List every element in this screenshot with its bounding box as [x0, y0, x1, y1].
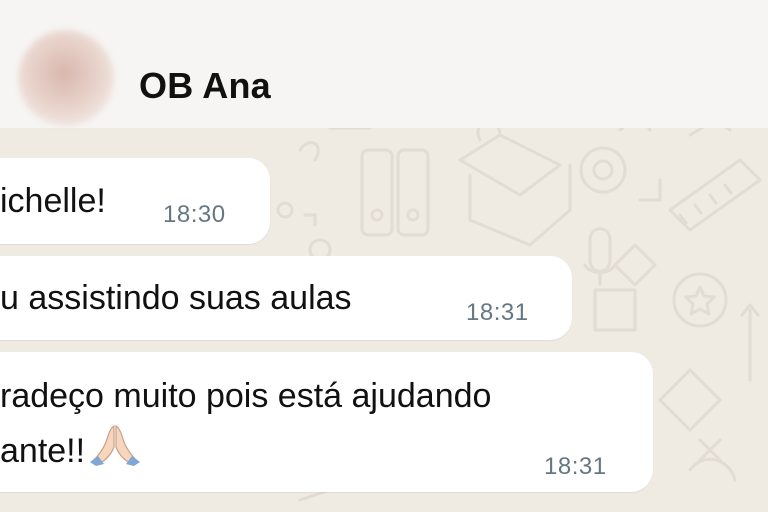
- message-text-line: ante!!: [0, 422, 143, 479]
- folded-hands-icon: [90, 425, 141, 466]
- message-text: u assistindo suas aulas: [0, 279, 352, 317]
- message-bubble[interactable]: radeço muito pois está ajudando ante!! 1…: [0, 352, 653, 492]
- message-text-line: radeço muito pois está ajudando: [0, 377, 492, 415]
- message-bubble[interactable]: ichelle! 18:30: [0, 158, 270, 244]
- message-timestamp: 18:31: [466, 299, 529, 326]
- message-text: ichelle!: [0, 182, 106, 220]
- message-timestamp: 18:30: [163, 201, 226, 228]
- chat-header: OB Ana: [0, 0, 768, 128]
- message-bubble[interactable]: u assistindo suas aulas 18:31: [0, 256, 572, 340]
- message-timestamp: 18:31: [544, 453, 607, 480]
- contact-name[interactable]: OB Ana: [139, 64, 271, 108]
- contact-avatar[interactable]: [18, 30, 114, 126]
- message-text-line-2: ante!!: [0, 432, 86, 470]
